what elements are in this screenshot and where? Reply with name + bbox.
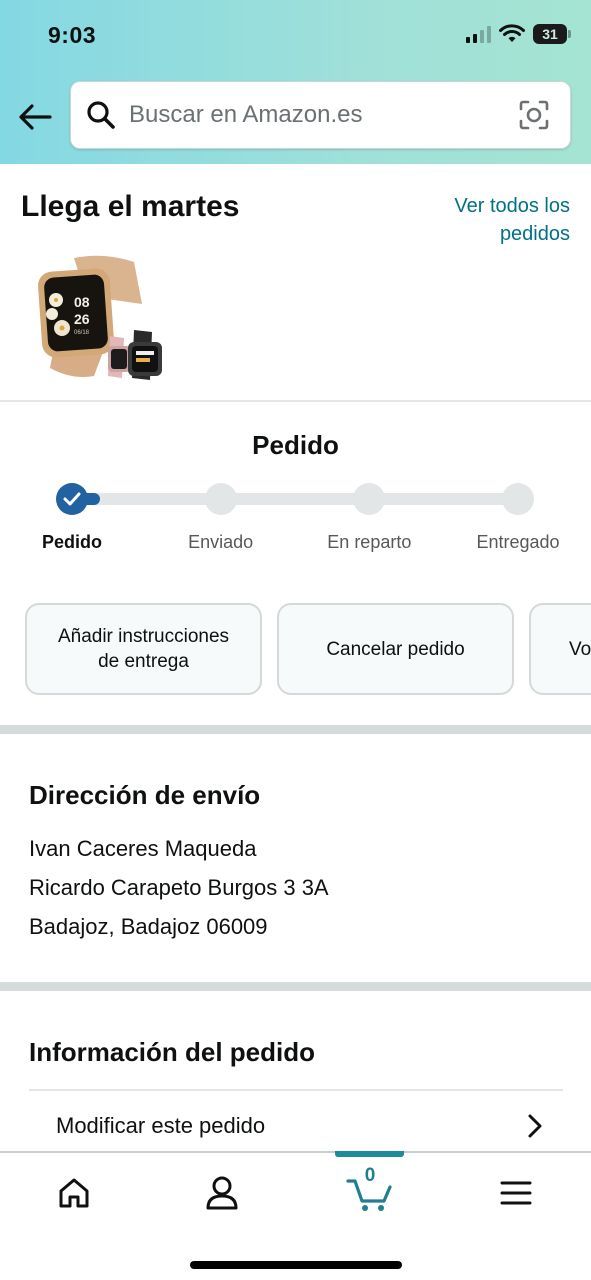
product-watch-date: 06/18: [74, 330, 90, 336]
back-button[interactable]: [14, 96, 56, 138]
wifi-icon: [499, 24, 525, 42]
progress-step-label: En reparto: [327, 532, 412, 552]
camera-search-icon[interactable]: [514, 95, 554, 135]
add-delivery-instructions-button[interactable]: Añadir instrucciones de entrega: [25, 603, 262, 695]
nav-cart[interactable]: 0: [342, 1165, 398, 1215]
nav-account[interactable]: [192, 1171, 252, 1215]
progress-step-dot: [204, 483, 237, 515]
delivery-instructions-line2: de entrega: [98, 651, 189, 672]
product-watch-minutes: 26: [74, 311, 90, 327]
menu-icon: [500, 1181, 532, 1205]
nav-home[interactable]: [44, 1171, 104, 1215]
progress-step-dot: [353, 483, 386, 515]
progress-title: Pedido: [252, 430, 339, 460]
arrival-title: Llega el martes: [21, 190, 240, 223]
cancel-order-button[interactable]: Cancelar pedido: [277, 603, 514, 695]
partial-action-button[interactable]: Vo: [529, 603, 591, 695]
status-time: 9:03: [48, 22, 97, 48]
delivery-instructions-line1: Añadir instrucciones: [57, 626, 230, 647]
order-info-rule: [29, 1089, 563, 1091]
account-icon: [206, 1176, 238, 1210]
section-divider: [0, 725, 591, 734]
product-watch-hours: 08: [74, 294, 90, 310]
top-header: 9:03 31: [0, 0, 591, 164]
status-icons: 31: [466, 24, 571, 44]
shipping-name: Ivan Caceres Maqueda: [29, 836, 257, 861]
cellular-signal-icon: [466, 25, 491, 43]
arrival-section: Llega el martes Ver todos los pedidos 08…: [0, 164, 591, 402]
cart-active-indicator: [335, 1151, 404, 1157]
home-icon: [59, 1178, 89, 1208]
shipping-title: Dirección de envío: [29, 780, 261, 810]
cart-count: 0: [364, 1165, 376, 1186]
shipping-city: Badajoz, Badajoz 06009: [29, 914, 268, 939]
progress-track: [72, 493, 518, 505]
search-icon: [85, 99, 117, 131]
progress-step-label: Entregado: [476, 532, 560, 552]
progress-step-dot: [502, 483, 534, 515]
bottom-nav: 0: [0, 1151, 591, 1280]
order-actions: Añadir instrucciones de entrega Cancelar…: [25, 603, 591, 695]
section-divider: [0, 982, 591, 991]
view-all-orders-line1: Ver todos los: [454, 195, 570, 217]
modify-order-label: Modificar este pedido: [56, 1113, 266, 1138]
back-arrow-icon: [19, 104, 52, 130]
search-bar[interactable]: [70, 81, 571, 149]
check-icon: [63, 492, 81, 506]
search-input[interactable]: [129, 82, 514, 148]
shipping-street: Ricardo Carapeto Burgos 3 3A: [29, 875, 329, 900]
nav-menu[interactable]: [486, 1171, 546, 1215]
order-info-title: Información del pedido: [29, 1037, 316, 1067]
home-indicator: [190, 1261, 402, 1269]
view-all-orders-link[interactable]: Ver todos los pedidos: [420, 192, 570, 248]
progress-step-label: Pedido: [41, 532, 102, 552]
product-image[interactable]: 08 26 06/18: [34, 254, 168, 382]
progress-step-dot: [56, 483, 88, 515]
modify-order-row[interactable]: Modificar este pedido: [29, 1098, 563, 1154]
chevron-right-icon: [528, 1114, 542, 1138]
view-all-orders-line2: pedidos: [499, 223, 570, 245]
progress-step-label: Enviado: [188, 532, 254, 552]
battery-icon: 31: [533, 24, 571, 44]
